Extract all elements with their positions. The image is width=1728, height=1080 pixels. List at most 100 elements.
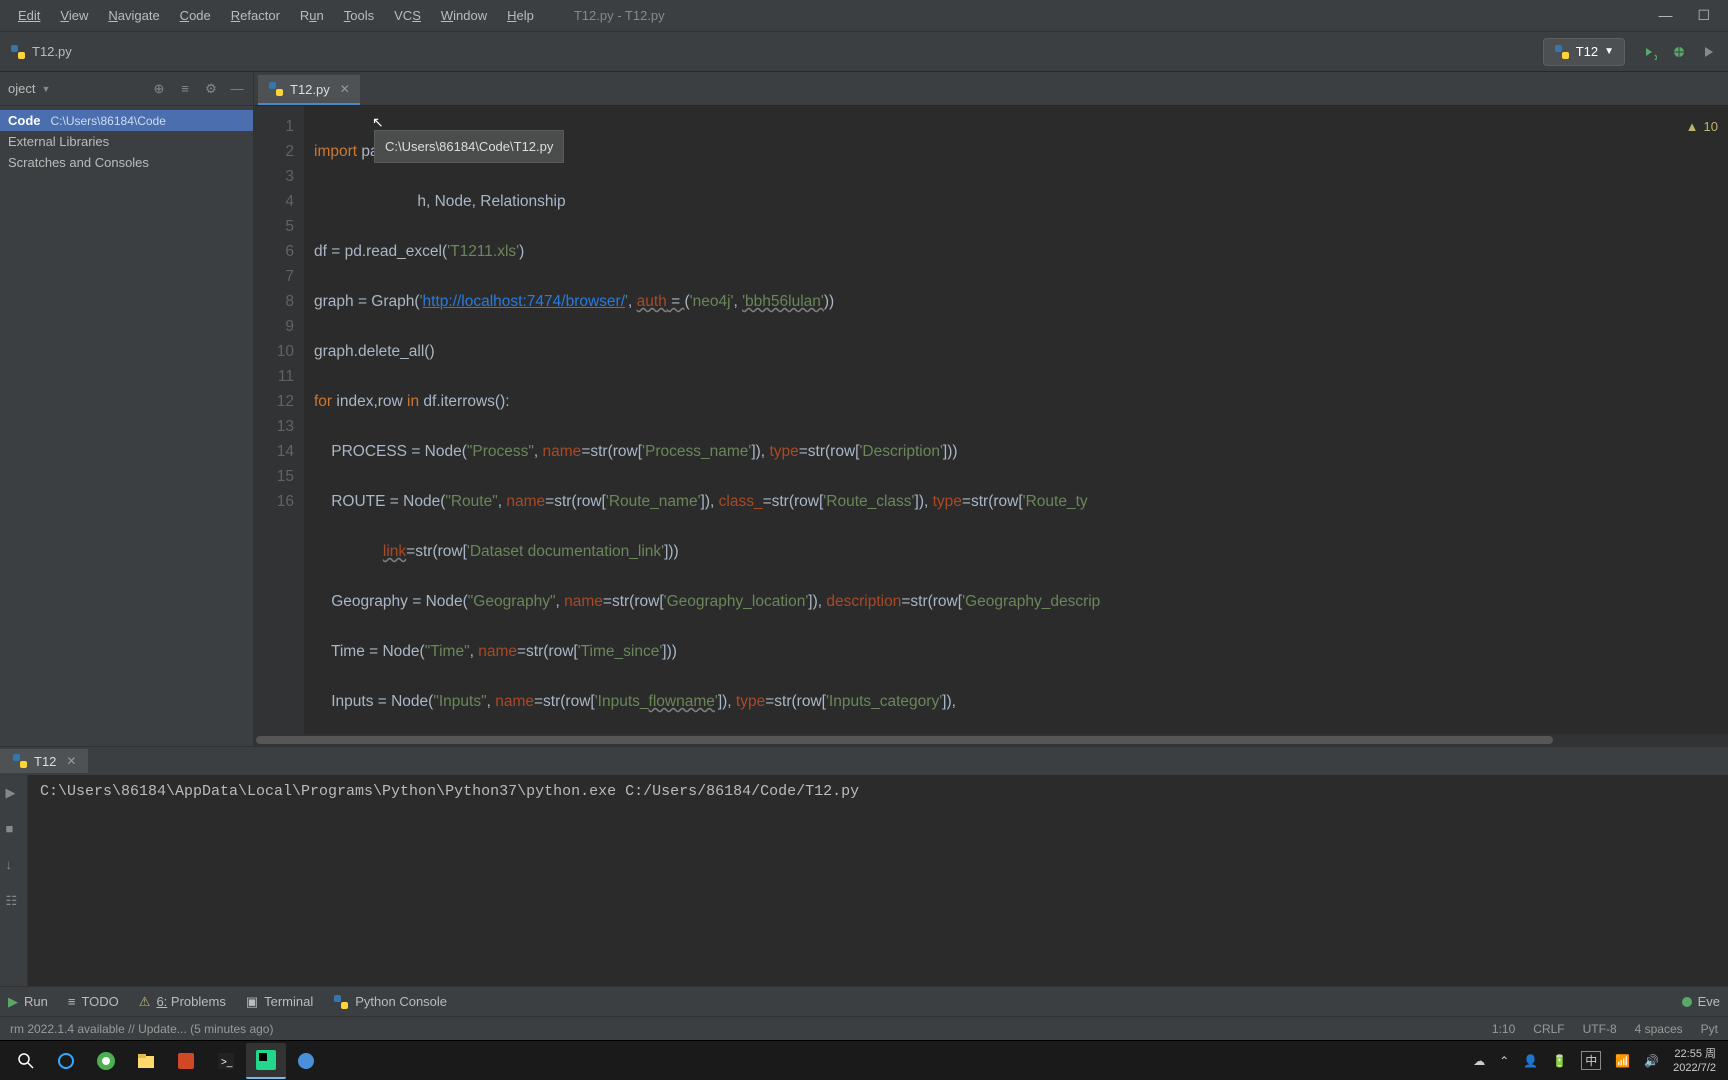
nav-row: T12.py T12 ▼: [0, 32, 1728, 72]
menu-navigate[interactable]: Navigate: [98, 4, 169, 27]
scrollbar-thumb[interactable]: [256, 736, 1553, 744]
project-tree: Code C:\Users\86184\Code External Librar…: [0, 106, 253, 177]
tool-tabs: ▶ Run ≡ TODO ⚠ 6: Problems ▣ Terminal Py…: [0, 986, 1728, 1016]
windows-taskbar: >_ ☁ ⌃ 👤 🔋 中 📶 🔊 22:55 周 2022/7/2: [0, 1040, 1728, 1080]
tree-label: Code: [8, 113, 41, 128]
chevron-down-icon: ▼: [41, 84, 50, 94]
tree-row-external[interactable]: External Libraries: [0, 131, 253, 152]
minimize-button[interactable]: —: [1658, 7, 1672, 24]
line-separator[interactable]: CRLF: [1533, 1022, 1564, 1036]
encoding[interactable]: UTF-8: [1583, 1022, 1617, 1036]
tooltab-todo[interactable]: ≡ TODO: [68, 994, 119, 1009]
rerun-icon[interactable]: ▶: [6, 785, 22, 801]
run-gutter: ▶ ■ ↓ ☷: [0, 775, 28, 986]
tooltab-console[interactable]: Python Console: [333, 994, 447, 1010]
tray-people-icon[interactable]: 👤: [1523, 1054, 1538, 1068]
code-text[interactable]: import pandas as pd h, Node, Relationshi…: [304, 106, 1728, 734]
todo-icon: ≡: [68, 994, 76, 1009]
breadcrumb-file: T12.py: [32, 44, 72, 59]
taskbar-edge[interactable]: [86, 1043, 126, 1079]
tray-volume-icon[interactable]: 🔊: [1644, 1054, 1659, 1068]
menu-help[interactable]: Help: [497, 4, 544, 27]
breadcrumb: T12.py: [10, 44, 72, 60]
editor: T12.py ✕ 1234 5678 9101112 13141516 impo…: [254, 72, 1728, 746]
tray-battery-icon[interactable]: 🔋: [1552, 1054, 1567, 1068]
event-log[interactable]: Eve: [1682, 994, 1720, 1009]
menu-refactor[interactable]: Refactor: [221, 4, 290, 27]
run-config-selector[interactable]: T12 ▼: [1543, 38, 1625, 66]
tooltab-problems[interactable]: ⚠ 6: Problems: [139, 994, 226, 1010]
run-button[interactable]: [1640, 43, 1658, 61]
editor-tab[interactable]: T12.py ✕: [258, 75, 360, 105]
python-icon: [1554, 44, 1570, 60]
tree-label: External Libraries: [8, 134, 109, 149]
tray-onedrive-icon[interactable]: ☁: [1473, 1054, 1485, 1068]
down-icon[interactable]: ↓: [6, 857, 22, 873]
interpreter[interactable]: Pyt: [1701, 1022, 1718, 1036]
sidebar-title: oject: [8, 81, 35, 96]
stop-icon[interactable]: ■: [6, 821, 22, 837]
close-icon[interactable]: ✕: [340, 82, 350, 96]
tray-wifi-icon[interactable]: 📶: [1615, 1054, 1630, 1068]
menu-code[interactable]: Code: [170, 4, 221, 27]
locate-icon[interactable]: ⊕: [151, 81, 167, 97]
taskbar-powerpoint[interactable]: [166, 1043, 206, 1079]
taskbar-search[interactable]: [6, 1043, 46, 1079]
tab-label: T12.py: [290, 82, 330, 97]
taskbar-pycharm[interactable]: [246, 1043, 286, 1079]
run-tab[interactable]: T12 ✕: [0, 749, 88, 773]
menu-vcs[interactable]: VCS: [384, 4, 431, 27]
cursor-icon: ↖: [372, 110, 384, 135]
tray-clock[interactable]: 22:55 周 2022/7/2: [1673, 1047, 1716, 1075]
tooltab-terminal[interactable]: ▣ Terminal: [246, 994, 313, 1010]
menu-window[interactable]: Window: [431, 4, 497, 27]
caret-position[interactable]: 1:10: [1492, 1022, 1515, 1036]
path-tooltip: C:\Users\86184\Code\T12.py: [374, 130, 564, 163]
menu-run[interactable]: Run: [290, 4, 334, 27]
taskbar-cmd[interactable]: >_: [206, 1043, 246, 1079]
close-icon[interactable]: ✕: [66, 754, 76, 768]
status-bar: rm 2022.1.4 available // Update... (5 mi…: [0, 1016, 1728, 1040]
window-title: T12.py - T12.py: [574, 8, 665, 23]
terminal-icon: ▣: [246, 994, 258, 1010]
line-gutter: 1234 5678 9101112 13141516: [254, 106, 304, 734]
problems-badge[interactable]: ▲ 10: [1686, 114, 1718, 139]
python-icon: [333, 994, 349, 1010]
menu-edit[interactable]: Edit: [8, 4, 50, 27]
notification-dot-icon: [1682, 997, 1692, 1007]
horizontal-scrollbar[interactable]: [254, 734, 1728, 746]
tree-row-code[interactable]: Code C:\Users\86184\Code: [0, 110, 253, 131]
system-tray: ☁ ⌃ 👤 🔋 中 📶 🔊 22:55 周 2022/7/2: [1473, 1047, 1722, 1075]
menu-view[interactable]: View: [50, 4, 98, 27]
run-output[interactable]: C:\Users\86184\AppData\Local\Programs\Py…: [28, 775, 1728, 986]
problems-count: 10: [1704, 114, 1718, 139]
svg-text:>_: >_: [221, 1057, 233, 1068]
tree-row-scratches[interactable]: Scratches and Consoles: [0, 152, 253, 173]
run-config-label: T12: [1576, 44, 1598, 59]
tray-ime[interactable]: 中: [1581, 1051, 1601, 1070]
more-button[interactable]: [1700, 43, 1718, 61]
hide-icon[interactable]: —: [229, 81, 245, 97]
editor-tabs: T12.py ✕: [254, 72, 1728, 106]
layout-icon[interactable]: ☷: [6, 893, 22, 909]
code-area[interactable]: 1234 5678 9101112 13141516 import pandas…: [254, 106, 1728, 734]
chevron-down-icon: ▼: [1604, 46, 1614, 57]
python-icon: [10, 44, 26, 60]
project-sidebar: oject ▼ ⊕ ≡ ⚙ — Code C:\Users\86184\Code…: [0, 72, 254, 746]
status-message[interactable]: rm 2022.1.4 available // Update... (5 mi…: [10, 1022, 273, 1036]
taskbar-app[interactable]: [286, 1043, 326, 1079]
menu-bar: Edit View Navigate Code Refactor Run Too…: [0, 0, 1728, 32]
python-icon: [268, 81, 284, 97]
taskbar-explorer[interactable]: [126, 1043, 166, 1079]
expand-icon[interactable]: ≡: [177, 81, 193, 97]
maximize-button[interactable]: ☐: [1697, 7, 1710, 24]
gear-icon[interactable]: ⚙: [203, 81, 219, 97]
tray-chevron-icon[interactable]: ⌃: [1499, 1054, 1509, 1068]
problems-icon: ⚠: [139, 994, 151, 1010]
tooltab-run[interactable]: ▶ Run: [8, 994, 48, 1010]
menu-tools[interactable]: Tools: [334, 4, 384, 27]
taskbar-cortana[interactable]: [46, 1043, 86, 1079]
debug-button[interactable]: [1670, 43, 1688, 61]
tree-label: Scratches and Consoles: [8, 155, 149, 170]
indent[interactable]: 4 spaces: [1635, 1022, 1683, 1036]
